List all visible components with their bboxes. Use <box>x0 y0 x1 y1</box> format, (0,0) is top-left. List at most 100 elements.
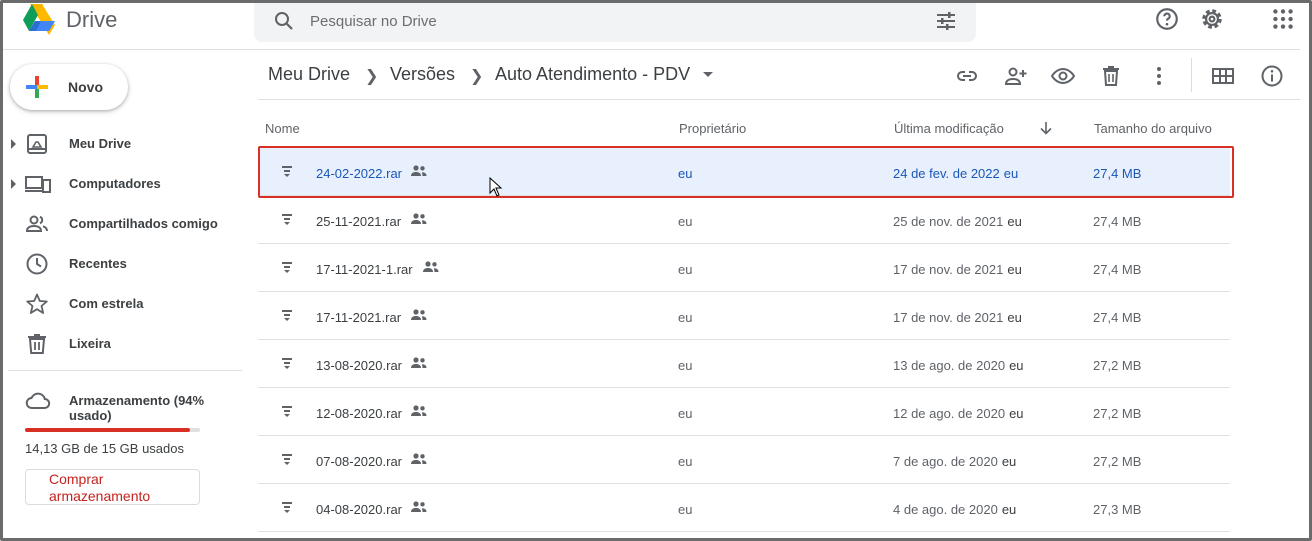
file-modified: 17 de nov. de 2021 eu <box>893 310 1022 325</box>
clock-icon <box>26 253 48 275</box>
breadcrumb-item-versions[interactable]: Versões <box>390 64 455 85</box>
toolbar-separator <box>1191 58 1192 92</box>
file-size: 27,4 MB <box>1093 310 1142 325</box>
sidebar-item-computers[interactable]: Computadores <box>0 166 245 202</box>
sort-arrow-down-icon[interactable] <box>1039 121 1053 135</box>
file-name[interactable]: 17-11-2021.rar <box>316 310 401 325</box>
trash-icon <box>28 334 46 354</box>
breadcrumb-item-my-drive[interactable]: Meu Drive <box>268 64 350 85</box>
new-button[interactable]: Novo <box>10 64 128 110</box>
column-header-last-modified[interactable]: Última modificação <box>894 121 1004 136</box>
shared-people-icon <box>423 261 439 272</box>
modified-by: eu <box>1007 214 1022 229</box>
modified-date: 13 de ago. de 2020 <box>893 358 1006 373</box>
table-row[interactable]: 25-11-2021.rar eu 25 de nov. de 2021 eu 27,4… <box>258 196 1230 244</box>
app-name: Drive <box>66 7 118 32</box>
table-row[interactable]: 17-11-2021.rar eu 17 de nov. de 2021 eu 27,4… <box>258 292 1230 340</box>
file-name[interactable]: 12-08-2020.rar <box>316 406 402 421</box>
table-row[interactable]: 07-08-2020.rar eu 7 de ago. de 2020 eu 27,2 … <box>258 436 1230 484</box>
grid-view-icon[interactable] <box>1211 64 1235 88</box>
sidebar-item-label: Meu Drive <box>69 136 132 151</box>
top-bar: Drive <box>3 0 1300 50</box>
file-modified: 25 de nov. de 2021 eu <box>893 214 1022 229</box>
column-header-file-size[interactable]: Tamanho do arquivo <box>1094 121 1212 136</box>
file-size: 27,4 MB <box>1093 214 1142 229</box>
add-person-icon[interactable] <box>1003 64 1027 88</box>
archive-file-icon <box>282 454 292 465</box>
caret-down-icon[interactable] <box>703 72 713 78</box>
file-owner: eu <box>678 454 693 469</box>
preview-eye-icon[interactable] <box>1051 64 1075 88</box>
sidebar-divider <box>8 370 242 371</box>
sidebar-item-label: Recentes <box>69 256 127 271</box>
modified-date: 4 de ago. de 2020 <box>893 502 998 517</box>
sidebar-item-my-drive[interactable]: Meu Drive <box>0 126 245 162</box>
more-options-icon[interactable] <box>1147 64 1171 88</box>
file-name[interactable]: 13-08-2020.rar <box>316 358 402 373</box>
breadcrumb-item-current-folder[interactable]: Auto Atendimento - PDV <box>495 64 690 85</box>
file-owner: eu <box>678 358 693 373</box>
shared-people-icon <box>411 501 427 512</box>
help-icon[interactable] <box>1154 6 1180 32</box>
new-button-label: Novo <box>68 79 103 95</box>
file-name[interactable]: 04-08-2020.rar <box>316 502 402 517</box>
column-header-owner[interactable]: Proprietário <box>679 121 746 136</box>
link-icon[interactable] <box>955 64 979 88</box>
buy-storage-button[interactable]: Comprar armazenamento <box>25 469 200 505</box>
sidebar-item-label: Compartilhados comigo <box>69 216 218 231</box>
modified-by: eu <box>1001 454 1017 469</box>
storage-progress-bar <box>25 428 200 432</box>
file-name[interactable]: 25-11-2021.rar <box>316 214 401 229</box>
archive-file-icon <box>282 310 292 321</box>
modified-date: 17 de nov. de 2021 <box>893 262 1004 277</box>
modified-by: eu <box>1009 406 1024 421</box>
modified-date: 25 de nov. de 2021 <box>893 214 1004 229</box>
sidebar-item-starred[interactable]: Com estrela <box>0 286 245 322</box>
search-icon[interactable] <box>272 9 296 33</box>
cloud-icon <box>25 392 51 409</box>
search-box[interactable] <box>254 0 976 42</box>
modified-by: eu <box>1007 262 1022 277</box>
table-row[interactable]: 17-11-2021-1.rar eu 17 de nov. de 2021 eu 27… <box>258 244 1230 292</box>
sidebar-item-shared-with-me[interactable]: Compartilhados comigo <box>0 206 245 242</box>
settings-icon[interactable] <box>1199 6 1225 32</box>
sidebar-item-trash[interactable]: Lixeira <box>0 326 245 362</box>
column-header-name[interactable]: Nome <box>265 121 300 136</box>
storage-progress-fill <box>25 428 190 432</box>
star-icon <box>26 293 48 314</box>
sidebar-item-label: Lixeira <box>69 336 111 351</box>
table-row[interactable]: 12-08-2020.rar eu 12 de ago. de 2020 eu 27,2… <box>258 388 1230 436</box>
search-input[interactable] <box>310 9 870 33</box>
archive-file-icon <box>282 262 292 273</box>
sidebar-item-recent[interactable]: Recentes <box>0 246 245 282</box>
file-modified: 7 de ago. de 2020 eu <box>893 454 1016 469</box>
modified-date: 17 de nov. de 2021 <box>893 310 1004 325</box>
search-options-icon[interactable] <box>934 9 958 33</box>
file-size: 27,3 MB <box>1093 502 1142 517</box>
expand-arrow-icon[interactable] <box>11 139 16 149</box>
computer-icon <box>25 176 51 193</box>
shared-people-icon <box>411 309 427 320</box>
drive-logo[interactable] <box>19 3 57 35</box>
shared-people-icon <box>411 213 427 224</box>
archive-file-icon <box>282 502 292 513</box>
sidebar-item-label: Computadores <box>69 176 161 191</box>
file-owner: eu <box>678 502 693 517</box>
file-name[interactable]: 07-08-2020.rar <box>316 454 402 469</box>
delete-icon[interactable] <box>1099 64 1123 88</box>
sidebar-item-label: Com estrela <box>69 296 144 311</box>
my-drive-icon <box>27 134 47 154</box>
file-size: 27,2 MB <box>1093 358 1142 373</box>
buy-storage-label: Comprar armazenamento <box>49 471 151 504</box>
chevron-right-icon: ❯ <box>470 68 484 85</box>
table-row[interactable]: 04-08-2020.rar eu 4 de ago. de 2020 eu 27,3 … <box>258 484 1230 532</box>
file-name[interactable]: 17-11-2021-1.rar <box>316 262 413 277</box>
info-icon[interactable] <box>1260 64 1284 88</box>
modified-date: 12 de ago. de 2020 <box>893 406 1006 421</box>
expand-arrow-icon[interactable] <box>11 179 16 189</box>
sidebar-item-storage[interactable]: Armazenamento (94% usado) <box>0 383 245 423</box>
table-row[interactable]: 13-08-2020.rar eu 13 de ago. de 2020 eu 27,2… <box>258 340 1230 388</box>
apps-grid-icon[interactable] <box>1270 6 1296 32</box>
file-modified: 13 de ago. de 2020 eu <box>893 358 1024 373</box>
plus-icon <box>26 76 48 98</box>
